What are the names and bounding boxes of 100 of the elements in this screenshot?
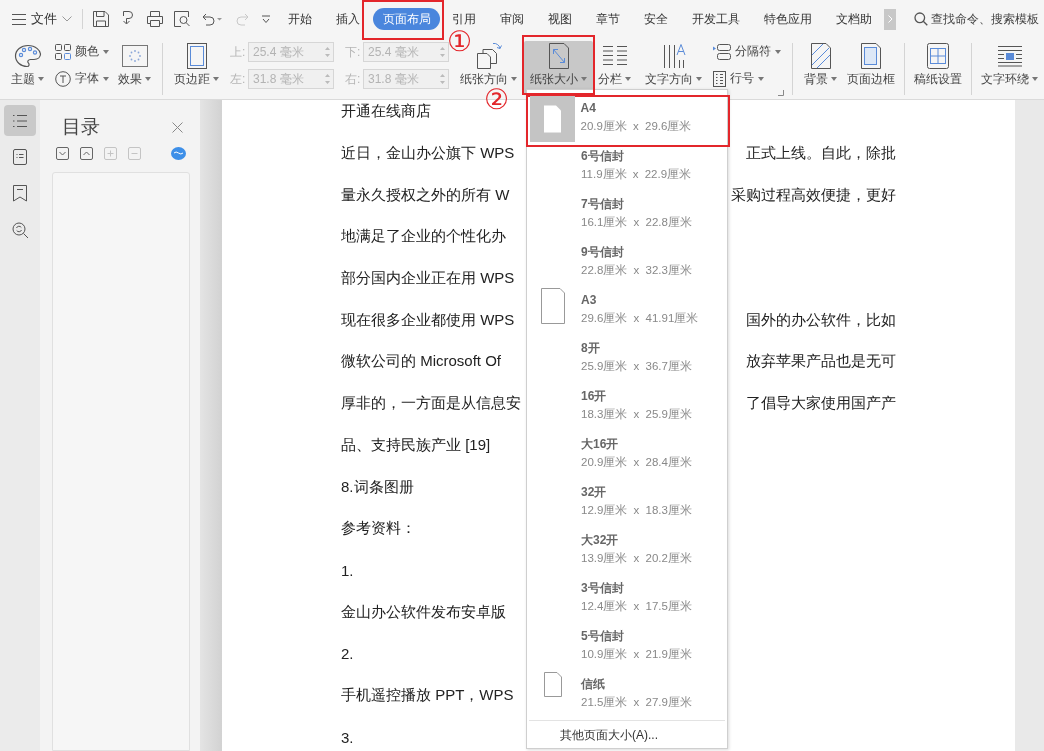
paper-size-option[interactable]: 8开 25.9厘米 x 36.7厘米 (527, 336, 727, 384)
paper-size-option[interactable]: 6号信封 11.9厘米 x 22.9厘米 (527, 144, 727, 192)
curl-arrow-icon[interactable] (120, 11, 136, 27)
body-text: 参考资料： (341, 519, 416, 539)
body-text: 3. (341, 728, 354, 746)
ribbon-button[interactable]: 分栏 (595, 41, 634, 95)
body-text: 1. (341, 561, 354, 579)
nav-button[interactable] (4, 105, 36, 136)
panel-title: 目录 (62, 115, 100, 139)
page-magnifier-icon[interactable] (174, 11, 190, 27)
dotted-square-icon (121, 45, 148, 67)
paper-size-option[interactable]: A4 20.9厘米 x 29.6厘米 (525, 94, 730, 147)
step-number: ① (447, 28, 473, 56)
body-text: 微软公司的 Microsoft Of (341, 352, 501, 372)
body-text: 金山办公软件发布安卓版 (341, 602, 506, 622)
ribbon-tab[interactable]: 开发工具 (680, 8, 752, 30)
paper-size-option[interactable]: 大32开 13.9厘米 x 20.2厘米 (527, 528, 727, 576)
page-break-icon (713, 43, 731, 60)
paper-size-option[interactable]: 3号信封 12.4厘米 x 17.5厘米 (527, 576, 727, 624)
disc-icon[interactable] (171, 147, 186, 160)
bookmark-icon (13, 185, 27, 202)
paper-size-option[interactable]: 大16开 20.9厘米 x 28.4厘米 (527, 432, 727, 480)
ribbon-button[interactable]: 颜色 (52, 38, 112, 65)
rotate-pages-icon (475, 42, 502, 70)
body-text: 品、支持民族产业 [19] (341, 435, 491, 455)
spinner-icon (325, 73, 330, 85)
field-label: 下: (345, 43, 359, 61)
page-resize-icon (548, 43, 569, 69)
text-wrap-icon (996, 45, 1023, 67)
grid-page-icon (927, 43, 949, 69)
ribbon-tab[interactable]: 安全 (632, 8, 680, 30)
body-text: 地满足了企业的个性化办 (341, 227, 506, 247)
ribbon-tab[interactable]: 开始 (276, 8, 324, 30)
body-text: 手机遥控播放 PPT，WPS (341, 685, 514, 705)
paper-size-option[interactable]: 32开 12.9厘米 x 18.3厘米 (527, 480, 727, 528)
color-grid-icon (55, 43, 71, 60)
body-text: 开通在线商店 (341, 102, 431, 122)
chevron-right-icon (887, 15, 893, 23)
ribbon-button[interactable]: 页边距 (171, 41, 222, 95)
menu-icon (12, 13, 26, 25)
body-text: 了倡导大家使用国产产 (746, 394, 896, 414)
print-icon[interactable] (147, 11, 163, 27)
paper-size-option[interactable]: 7号信封 16.1厘米 x 22.8厘米 (527, 192, 727, 240)
expand-icon[interactable] (56, 147, 69, 160)
body-text: 部分国内企业正在用 WPS (341, 269, 515, 289)
text-direction-icon (661, 43, 686, 69)
palette-icon (13, 44, 42, 68)
ribbon-tab[interactable]: 引用 (440, 8, 488, 30)
body-text: 现在很多企业都使用 WPS (341, 310, 515, 330)
ribbon-button[interactable]: 字体 (52, 65, 112, 92)
ribbon-tab[interactable]: 章节 (584, 8, 632, 30)
ribbon-button[interactable]: 背景 (801, 41, 840, 95)
ribbon-button[interactable]: 分隔符 (710, 38, 784, 65)
body-text: 量永久授权之外的所有 W (341, 185, 510, 205)
dialog-launcher-icon[interactable] (778, 90, 784, 96)
ribbon-tab[interactable]: 特色应用 (752, 8, 824, 30)
body-text: 8.词条图册 (341, 477, 414, 497)
line-numbers-icon (713, 70, 726, 87)
paper-size-option[interactable]: 9号信封 22.8厘米 x 32.3厘米 (527, 240, 727, 288)
ribbon-button[interactable]: 行号 (710, 65, 784, 92)
page-margin-icon (186, 43, 207, 69)
paper-size-option[interactable]: A3 29.6厘米 x 41.91厘米 (527, 288, 727, 336)
magnifier-icon (11, 221, 29, 239)
letter-t-icon (55, 70, 71, 87)
page-border-icon (861, 43, 881, 69)
ribbon-button[interactable]: 效果 (115, 41, 154, 95)
ribbon-button[interactable]: 稿纸设置 (911, 41, 965, 95)
chevron-down-icon (62, 16, 72, 22)
undo-icon[interactable] (201, 12, 223, 26)
columns-icon (601, 45, 628, 67)
body-text: 放弃苹果产品也是无可 (746, 352, 896, 372)
menu-item[interactable]: 其他页面大小(A)... (527, 721, 727, 749)
scrollbar-track[interactable] (1015, 100, 1044, 751)
search-icon (914, 12, 928, 26)
list-icon (12, 113, 28, 128)
close-icon[interactable] (172, 121, 183, 133)
ribbon-button[interactable]: 文字环绕 (978, 41, 1041, 95)
ribbon-button[interactable]: 主题 (8, 41, 47, 95)
ribbon-button[interactable]: 文字方向 (642, 41, 705, 95)
paper-size-option[interactable]: 信纸 21.5厘米 x 27.9厘米 (527, 672, 727, 720)
body-text: 2. (341, 645, 354, 663)
ribbon-button[interactable]: 页面边框 (844, 41, 898, 95)
paper-size-option[interactable]: 5号信封 10.9厘米 x 21.9厘米 (527, 624, 727, 672)
ribbon-tab[interactable]: 页面布局 (373, 8, 440, 30)
body-text: 正式上线。自此，除批 (746, 144, 896, 164)
field-label: 右: (345, 70, 359, 88)
dropdown-arrow-icon[interactable] (261, 14, 271, 24)
body-text: 近日，金山办公旗下 WPS (341, 144, 515, 164)
file-menu-button[interactable]: 文件 (12, 7, 72, 31)
paper-size-option[interactable]: 16开 18.3厘米 x 25.9厘米 (527, 384, 727, 432)
search-field[interactable]: 查找命令、搜索模板 (914, 12, 1041, 26)
striped-page-icon (810, 43, 831, 69)
field-label: 左: (230, 70, 244, 88)
collapse-icon[interactable] (80, 147, 93, 160)
ribbon-tab[interactable]: 文档助 (824, 8, 884, 30)
ribbon-tab[interactable]: 视图 (536, 8, 584, 30)
ribbon-tab[interactable]: 插入 (324, 8, 372, 30)
spinner-icon (440, 73, 445, 85)
ribbon-tab[interactable]: 审阅 (488, 8, 536, 30)
save-icon[interactable] (93, 11, 109, 27)
